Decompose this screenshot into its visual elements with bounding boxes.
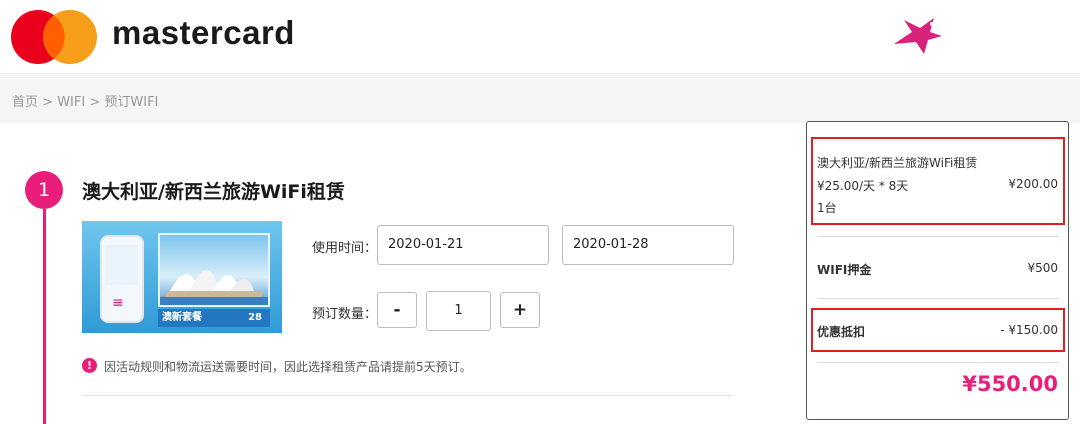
decrease-quantity-button[interactable]: -	[377, 292, 417, 328]
device-screen	[106, 245, 138, 285]
deposit-value: ¥500	[1027, 261, 1058, 275]
sydney-opera-house-photo	[158, 233, 270, 307]
wifi-icon: ≡	[112, 295, 124, 311]
notice-text: 因活动规则和物流运送需要时间，因此选择租赁产品请提前5天预订。	[104, 360, 472, 374]
breadcrumb-separator: >	[42, 95, 54, 110]
product-image: ≡ 澳新套餐 28	[82, 221, 282, 333]
section-divider	[82, 395, 732, 396]
summary-divider	[817, 362, 1059, 363]
quantity-input[interactable]: 1	[426, 291, 491, 331]
item-highlight-box	[811, 137, 1065, 225]
discount-highlight-box	[811, 308, 1065, 352]
breadcrumb-wifi[interactable]: WIFI	[57, 95, 85, 110]
order-summary-panel: 澳大利亚/新西兰旅游WiFi租赁 ¥25.00/天 * 8天 ¥200.00 1…	[806, 121, 1069, 420]
breadcrumb: 首页 > WIFI > 预订WIFI	[12, 91, 158, 110]
increase-quantity-button[interactable]: +	[500, 292, 540, 328]
package-name: 澳新套餐	[162, 312, 202, 323]
opera-house-icon	[160, 270, 268, 305]
breadcrumb-current: 预订WIFI	[104, 95, 159, 110]
product-title: 澳大利亚/新西兰旅游WiFi租赁	[82, 181, 345, 203]
wifi-device-image: ≡	[100, 235, 144, 323]
summary-divider	[817, 298, 1059, 299]
breadcrumb-separator: >	[89, 95, 101, 110]
order-total: ¥550.00	[962, 372, 1058, 396]
deposit-label: WIFI押金	[817, 263, 872, 277]
breadcrumb-bar: 首页 > WIFI > 预订WIFI	[0, 75, 1080, 123]
breadcrumb-home[interactable]: 首页	[12, 95, 38, 110]
step-progress-line	[43, 209, 46, 424]
end-date-input[interactable]: 2020-01-28	[562, 225, 734, 265]
summary-divider	[817, 236, 1059, 237]
brand-wordmark[interactable]: mastercard	[112, 14, 295, 52]
mastercard-logo-icon[interactable]	[10, 9, 100, 65]
usage-time-label: 使用时间：	[312, 241, 378, 256]
notice-icon: !	[82, 358, 97, 373]
flying-squirrel-logo-icon	[894, 18, 942, 54]
package-price-badge: 28	[248, 312, 262, 323]
quantity-label: 预订数量：	[312, 307, 378, 322]
top-header: mastercard	[0, 0, 1080, 74]
start-date-input[interactable]: 2020-01-21	[377, 225, 549, 265]
package-banner: 澳新套餐 28	[158, 309, 270, 327]
step-number-badge: 1	[25, 171, 63, 209]
